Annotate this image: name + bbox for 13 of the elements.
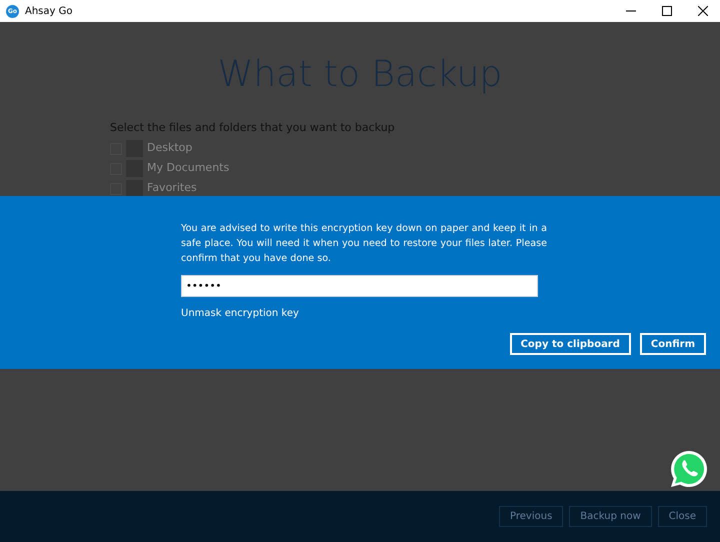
- chat-icon[interactable]: [669, 449, 709, 489]
- close-icon[interactable]: [698, 6, 708, 16]
- confirm-button[interactable]: Confirm: [640, 333, 706, 355]
- advice-text: You are advised to write this encryption key down on paper and keep it in a safe place. You will need it when you need to restore your files later. Please confirm that you have done so.: [181, 222, 547, 266]
- encryption-key-field[interactable]: ••••••: [181, 275, 538, 297]
- folder-label[interactable]: My Documents: [147, 160, 230, 177]
- unmask-link[interactable]: Unmask encryption key: [181, 306, 547, 321]
- folder-label[interactable]: Favorites: [147, 180, 197, 197]
- maximize-icon[interactable]: [662, 6, 672, 16]
- folder-label[interactable]: Desktop: [147, 140, 192, 157]
- checkbox[interactable]: [110, 182, 122, 194]
- copy-button[interactable]: Copy to clipboard: [510, 333, 631, 355]
- window-title: Ahsay Go: [25, 4, 72, 18]
